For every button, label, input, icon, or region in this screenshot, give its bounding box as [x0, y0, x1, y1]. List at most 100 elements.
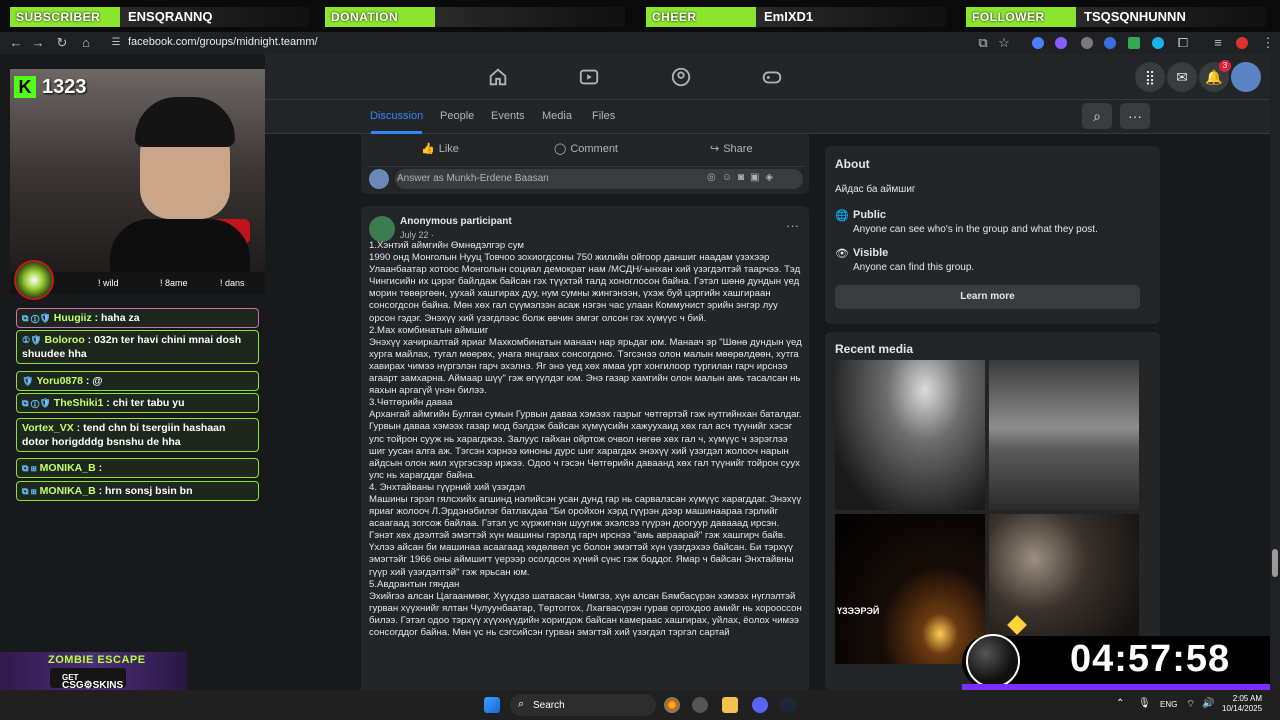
- reading-list-icon[interactable]: ≡: [1210, 35, 1226, 51]
- about-description: Айдас ба аймшиг: [835, 184, 916, 195]
- learn-more-button[interactable]: Learn more: [835, 285, 1140, 309]
- chat-text: :: [95, 462, 103, 474]
- visible-title: Visible: [853, 247, 889, 259]
- browser-menu-icon[interactable]: ⋮: [1260, 35, 1276, 51]
- alert-label: SUBSCRIBER: [10, 7, 120, 27]
- system-clock[interactable]: 2:05 AM 10/14/2025: [1222, 694, 1262, 714]
- post-date[interactable]: July 22 ·: [400, 230, 434, 240]
- scroll-thumb[interactable]: [1272, 549, 1278, 577]
- browser-toolbar: ← → ↻ ⌂ ☰ facebook.com/groups/midnight.t…: [0, 32, 1280, 54]
- comment-tools-icons[interactable]: ◎☺◙▣◈: [707, 172, 779, 183]
- extension-icon[interactable]: [1055, 37, 1067, 49]
- site-settings-icon[interactable]: ☰: [108, 35, 124, 51]
- chat-message: ⧉ ①🛡 TheShiki1 : chi ter tabu yu: [16, 393, 259, 413]
- post-card: Anonymous participant July 22 · ··· 1.Хэ…: [361, 206, 809, 696]
- like-button[interactable]: 👍 Like: [421, 142, 459, 156]
- microphone-icon[interactable]: 🎙: [1138, 698, 1151, 709]
- tray-chevron-icon[interactable]: ⌃: [1116, 698, 1124, 709]
- extensions-puzzle-icon[interactable]: ⧠: [1175, 35, 1191, 51]
- chat-username: Huugiiz: [53, 312, 92, 324]
- bookmark-star-icon[interactable]: ☆: [996, 35, 1012, 51]
- steam-icon[interactable]: [780, 697, 796, 713]
- command-wild: ! wild: [98, 278, 119, 288]
- home-icon[interactable]: ⌂: [78, 35, 94, 51]
- forward-icon[interactable]: →: [30, 35, 46, 51]
- windows-start-icon[interactable]: [484, 697, 500, 713]
- tab-people[interactable]: People: [440, 110, 474, 122]
- badge-icons: ⧉ ①🛡: [22, 313, 51, 323]
- taskbar-search[interactable]: [510, 694, 656, 716]
- alert-label: DONATION: [325, 7, 435, 27]
- chat-message: ⧉ ⊞ MONIKA_B :: [16, 458, 259, 478]
- comment-button[interactable]: ◯ Comment: [554, 142, 618, 156]
- extension-icon[interactable]: [1152, 37, 1164, 49]
- chrome-icon[interactable]: [664, 697, 680, 713]
- groups-icon[interactable]: [670, 66, 692, 88]
- eyeball-mascot-icon: [14, 260, 54, 300]
- anonymous-avatar-icon: [369, 216, 395, 242]
- profile-icon[interactable]: [1236, 37, 1248, 49]
- video-icon[interactable]: [578, 66, 600, 88]
- divider: [367, 166, 803, 167]
- tab-discussion[interactable]: Discussion: [370, 110, 423, 122]
- chat-text: : chi ter tabu yu: [103, 397, 185, 409]
- search-icon[interactable]: ⌕: [1082, 103, 1112, 129]
- chat-username: Boloroo: [44, 334, 85, 346]
- comment-icon: ◯: [554, 143, 567, 155]
- stream-timer: 04:57:58: [1070, 638, 1231, 680]
- extension-icon[interactable]: [1104, 37, 1116, 49]
- media-thumbnail[interactable]: [989, 360, 1139, 510]
- install-icon[interactable]: ⧉: [975, 35, 991, 51]
- group-tabs: Discussion People Events Media Files ⌕ ·…: [265, 100, 1280, 134]
- file-explorer-icon[interactable]: [722, 697, 738, 713]
- chat-text: : haha za: [91, 312, 140, 324]
- media-thumbnail[interactable]: ҮЗЭЭРЭЙ: [835, 514, 985, 664]
- reload-icon[interactable]: ↻: [54, 35, 70, 51]
- tab-files[interactable]: Files: [592, 110, 615, 122]
- eye-icon: 👁: [835, 248, 849, 260]
- chat-message: ⧉ ⊞ MONIKA_B : hrn sonsj bsin bn: [16, 481, 259, 501]
- media-thumbnail[interactable]: [835, 360, 985, 510]
- home-icon[interactable]: [487, 66, 509, 88]
- badge-icons: 🛡: [22, 376, 34, 386]
- visible-description: Anyone can find this group.: [853, 262, 975, 273]
- avatar[interactable]: [1231, 62, 1261, 92]
- post-options-icon[interactable]: ···: [786, 218, 799, 233]
- promo-title: ZOMBIE ESCAPE: [48, 654, 146, 666]
- command-dans: ! dans: [220, 278, 245, 288]
- alert-name: ENSQRANNQ: [120, 7, 310, 27]
- share-button[interactable]: ↪ Share: [710, 142, 753, 156]
- extension-icon[interactable]: [1032, 37, 1044, 49]
- page-scrollbar[interactable]: [1270, 54, 1280, 690]
- more-options-icon[interactable]: ···: [1120, 103, 1150, 129]
- clock-time: 2:05 AM: [1232, 694, 1263, 703]
- extension-icon[interactable]: [1081, 37, 1093, 49]
- tab-media[interactable]: Media: [542, 110, 572, 122]
- avatar: [369, 169, 389, 189]
- badge-icons: ⧉ ⊞: [22, 463, 37, 473]
- recent-media-title: Recent media: [835, 342, 914, 356]
- discord-icon[interactable]: [752, 697, 768, 713]
- search-icon: ⌕: [518, 698, 525, 710]
- github-icon[interactable]: [692, 697, 708, 713]
- answer-input[interactable]: Answer as Munkh-Erdene Baasan ◎☺◙▣◈: [395, 169, 803, 189]
- messenger-icon[interactable]: ✉: [1167, 62, 1197, 92]
- address-bar[interactable]: facebook.com/groups/midnight.teamm/: [128, 36, 318, 48]
- tab-events[interactable]: Events: [491, 110, 525, 122]
- bomb-icon: [966, 634, 1020, 688]
- alert-subscriber: SUBSCRIBER ENSQRANNQ: [10, 7, 310, 27]
- network-icon[interactable]: ⌔: [1186, 698, 1195, 711]
- volume-icon[interactable]: 🔊: [1202, 698, 1214, 709]
- alert-name: [435, 7, 625, 27]
- badge-icons: ⧉ ①🛡: [22, 398, 51, 408]
- public-description: Anyone can see who's in the group and wh…: [853, 224, 1098, 235]
- menu-grid-icon[interactable]: ⣿: [1135, 62, 1165, 92]
- post-author[interactable]: Anonymous participant: [400, 216, 512, 227]
- extension-icon[interactable]: [1128, 37, 1140, 49]
- back-icon[interactable]: ←: [8, 35, 24, 51]
- chat-message: ⧉ ①🛡 Huugiiz : haha za: [16, 308, 259, 328]
- alert-donation: DONATION: [325, 7, 625, 27]
- chat-username: Vortex_VX: [22, 422, 74, 434]
- gaming-icon[interactable]: [761, 66, 783, 88]
- input-language[interactable]: ENG: [1160, 700, 1177, 709]
